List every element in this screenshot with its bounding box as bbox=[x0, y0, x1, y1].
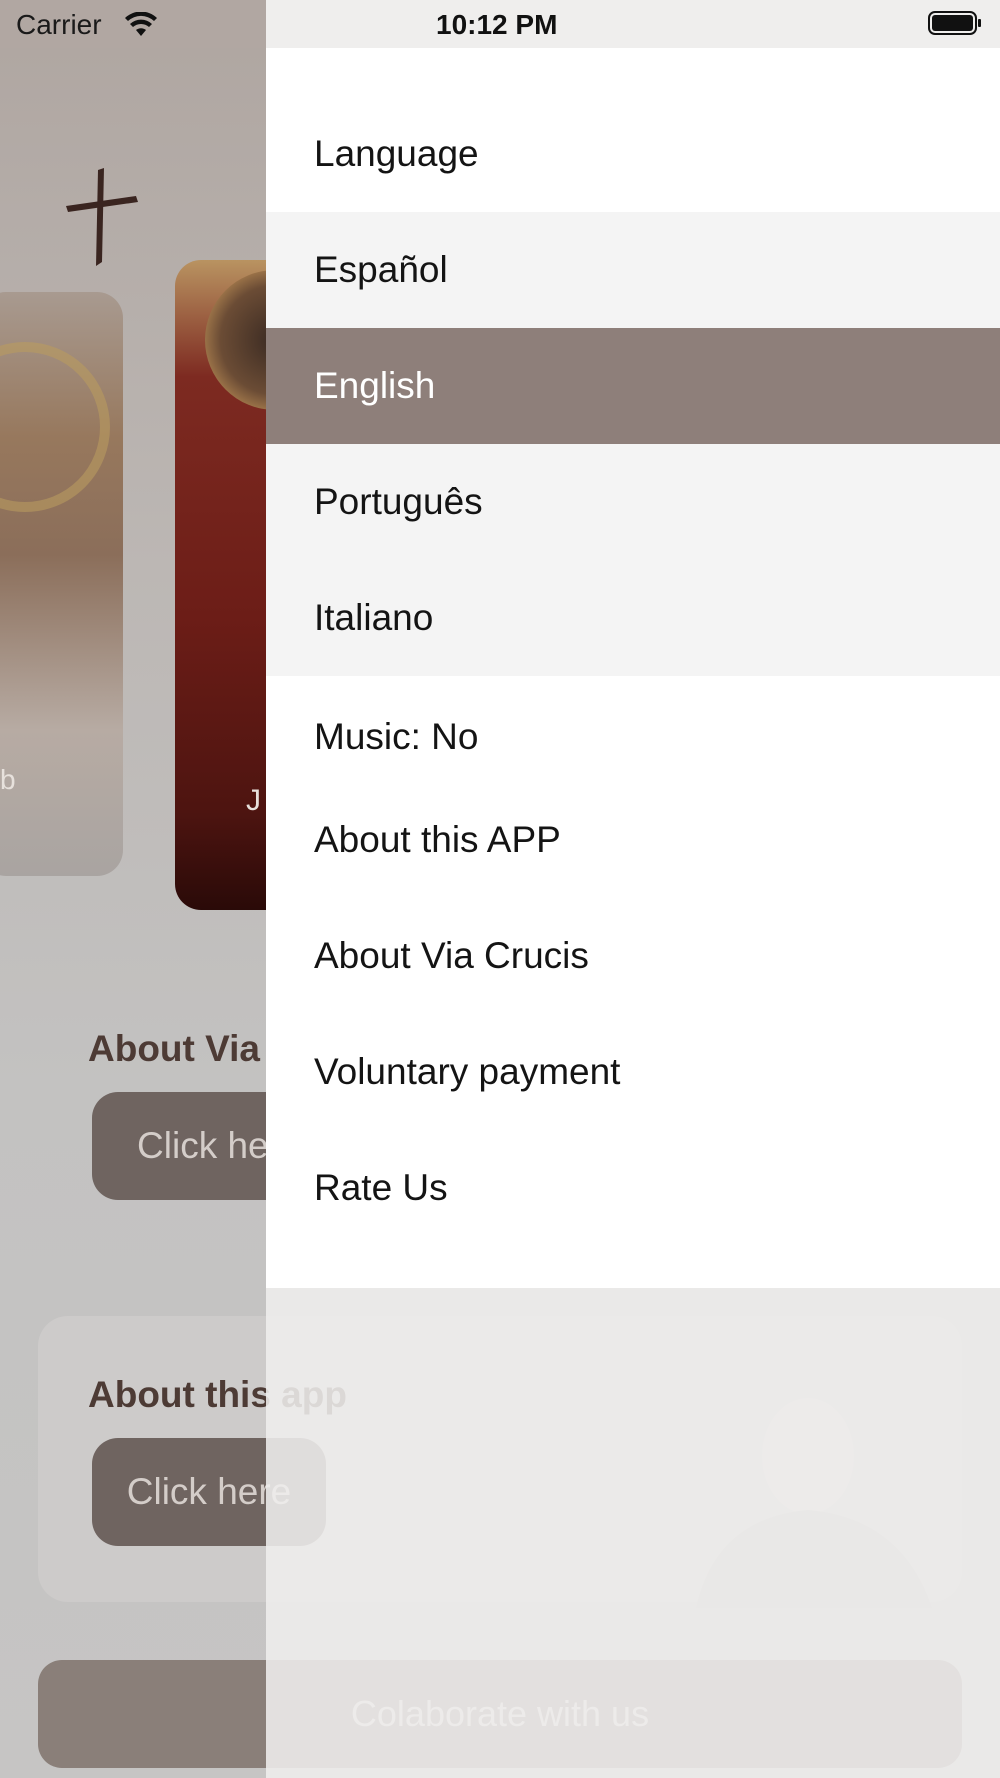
drawer-bottom-spacer bbox=[266, 1246, 1000, 1288]
menu-header-language: Language bbox=[314, 133, 479, 174]
station-card-main-label: J bbox=[246, 784, 261, 817]
status-time: 10:12 PM bbox=[436, 9, 558, 40]
battery-icon bbox=[928, 11, 981, 35]
station-card-left-label: b bbox=[0, 764, 16, 795]
menu-item-about-via-crucis[interactable]: About Via Crucis bbox=[266, 898, 1000, 1014]
menu-item-about-app[interactable]: About this APP bbox=[266, 782, 1000, 898]
status-bar-right-bg bbox=[266, 0, 1000, 48]
carrier-label: Carrier bbox=[16, 9, 102, 40]
station-card-left[interactable] bbox=[0, 292, 123, 876]
about-via-title: About Via bbox=[88, 1028, 260, 1069]
menu-item-music[interactable]: Music: No bbox=[266, 676, 1000, 782]
menu-item-italiano[interactable]: Italiano bbox=[266, 560, 1000, 676]
menu-item-rate-us[interactable]: Rate Us bbox=[266, 1130, 1000, 1246]
settings-drawer: Language Español English Português Itali… bbox=[266, 48, 1000, 1288]
cross-icon bbox=[66, 168, 138, 266]
menu-item-voluntary-payment[interactable]: Voluntary payment bbox=[266, 1014, 1000, 1130]
status-bar: Carrier 10:12 PM bbox=[0, 0, 1000, 48]
menu-item-espanol[interactable]: Español bbox=[266, 212, 1000, 328]
menu-item-portugues[interactable]: Português bbox=[266, 444, 1000, 560]
wifi-icon bbox=[125, 12, 157, 36]
halo-image bbox=[0, 342, 110, 512]
menu-item-english[interactable]: English bbox=[266, 328, 1000, 444]
drawer-top-spacer bbox=[266, 48, 1000, 96]
